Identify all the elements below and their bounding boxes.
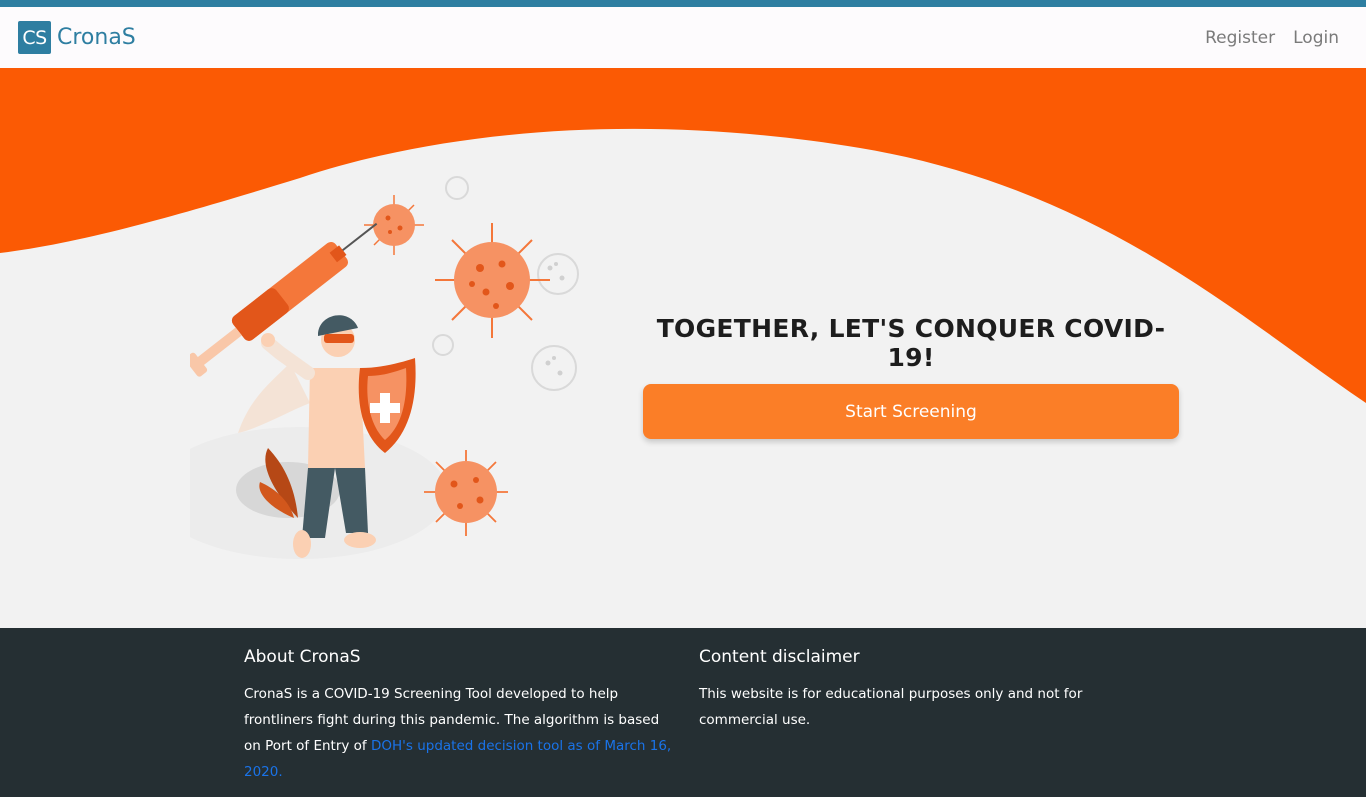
hero-cta: TOGETHER, LET'S CONQUER COVID-19! Start … — [643, 314, 1179, 439]
nav-links: Register Login — [1205, 28, 1339, 48]
disclaimer-title: Content disclaimer — [699, 647, 860, 667]
brand-badge: CS — [18, 21, 51, 54]
doctor-fighting-virus-illustration — [190, 176, 579, 559]
brand-logo[interactable]: CS CronaS — [18, 21, 136, 54]
brand-name: CronaS — [57, 25, 136, 50]
register-link[interactable]: Register — [1205, 28, 1275, 48]
footer-disclaimer: Content disclaimer This website is for e… — [699, 647, 1099, 733]
footer-about: About CronaS CronaS is a COVID-19 Screen… — [244, 647, 674, 785]
navbar: CS CronaS Register Login — [0, 7, 1366, 68]
disclaimer-text: This website is for educational purposes… — [699, 686, 1083, 728]
start-screening-button[interactable]: Start Screening — [643, 384, 1179, 439]
hero-headline: TOGETHER, LET'S CONQUER COVID-19! — [656, 314, 1166, 372]
about-title: About CronaS — [244, 647, 361, 667]
login-link[interactable]: Login — [1293, 28, 1339, 48]
about-text: CronaS is a COVID-19 Screening Tool deve… — [244, 681, 674, 785]
top-accent-stripe — [0, 0, 1366, 7]
hero-section: TOGETHER, LET'S CONQUER COVID-19! Start … — [0, 68, 1366, 628]
footer: About CronaS CronaS is a COVID-19 Screen… — [0, 628, 1366, 797]
